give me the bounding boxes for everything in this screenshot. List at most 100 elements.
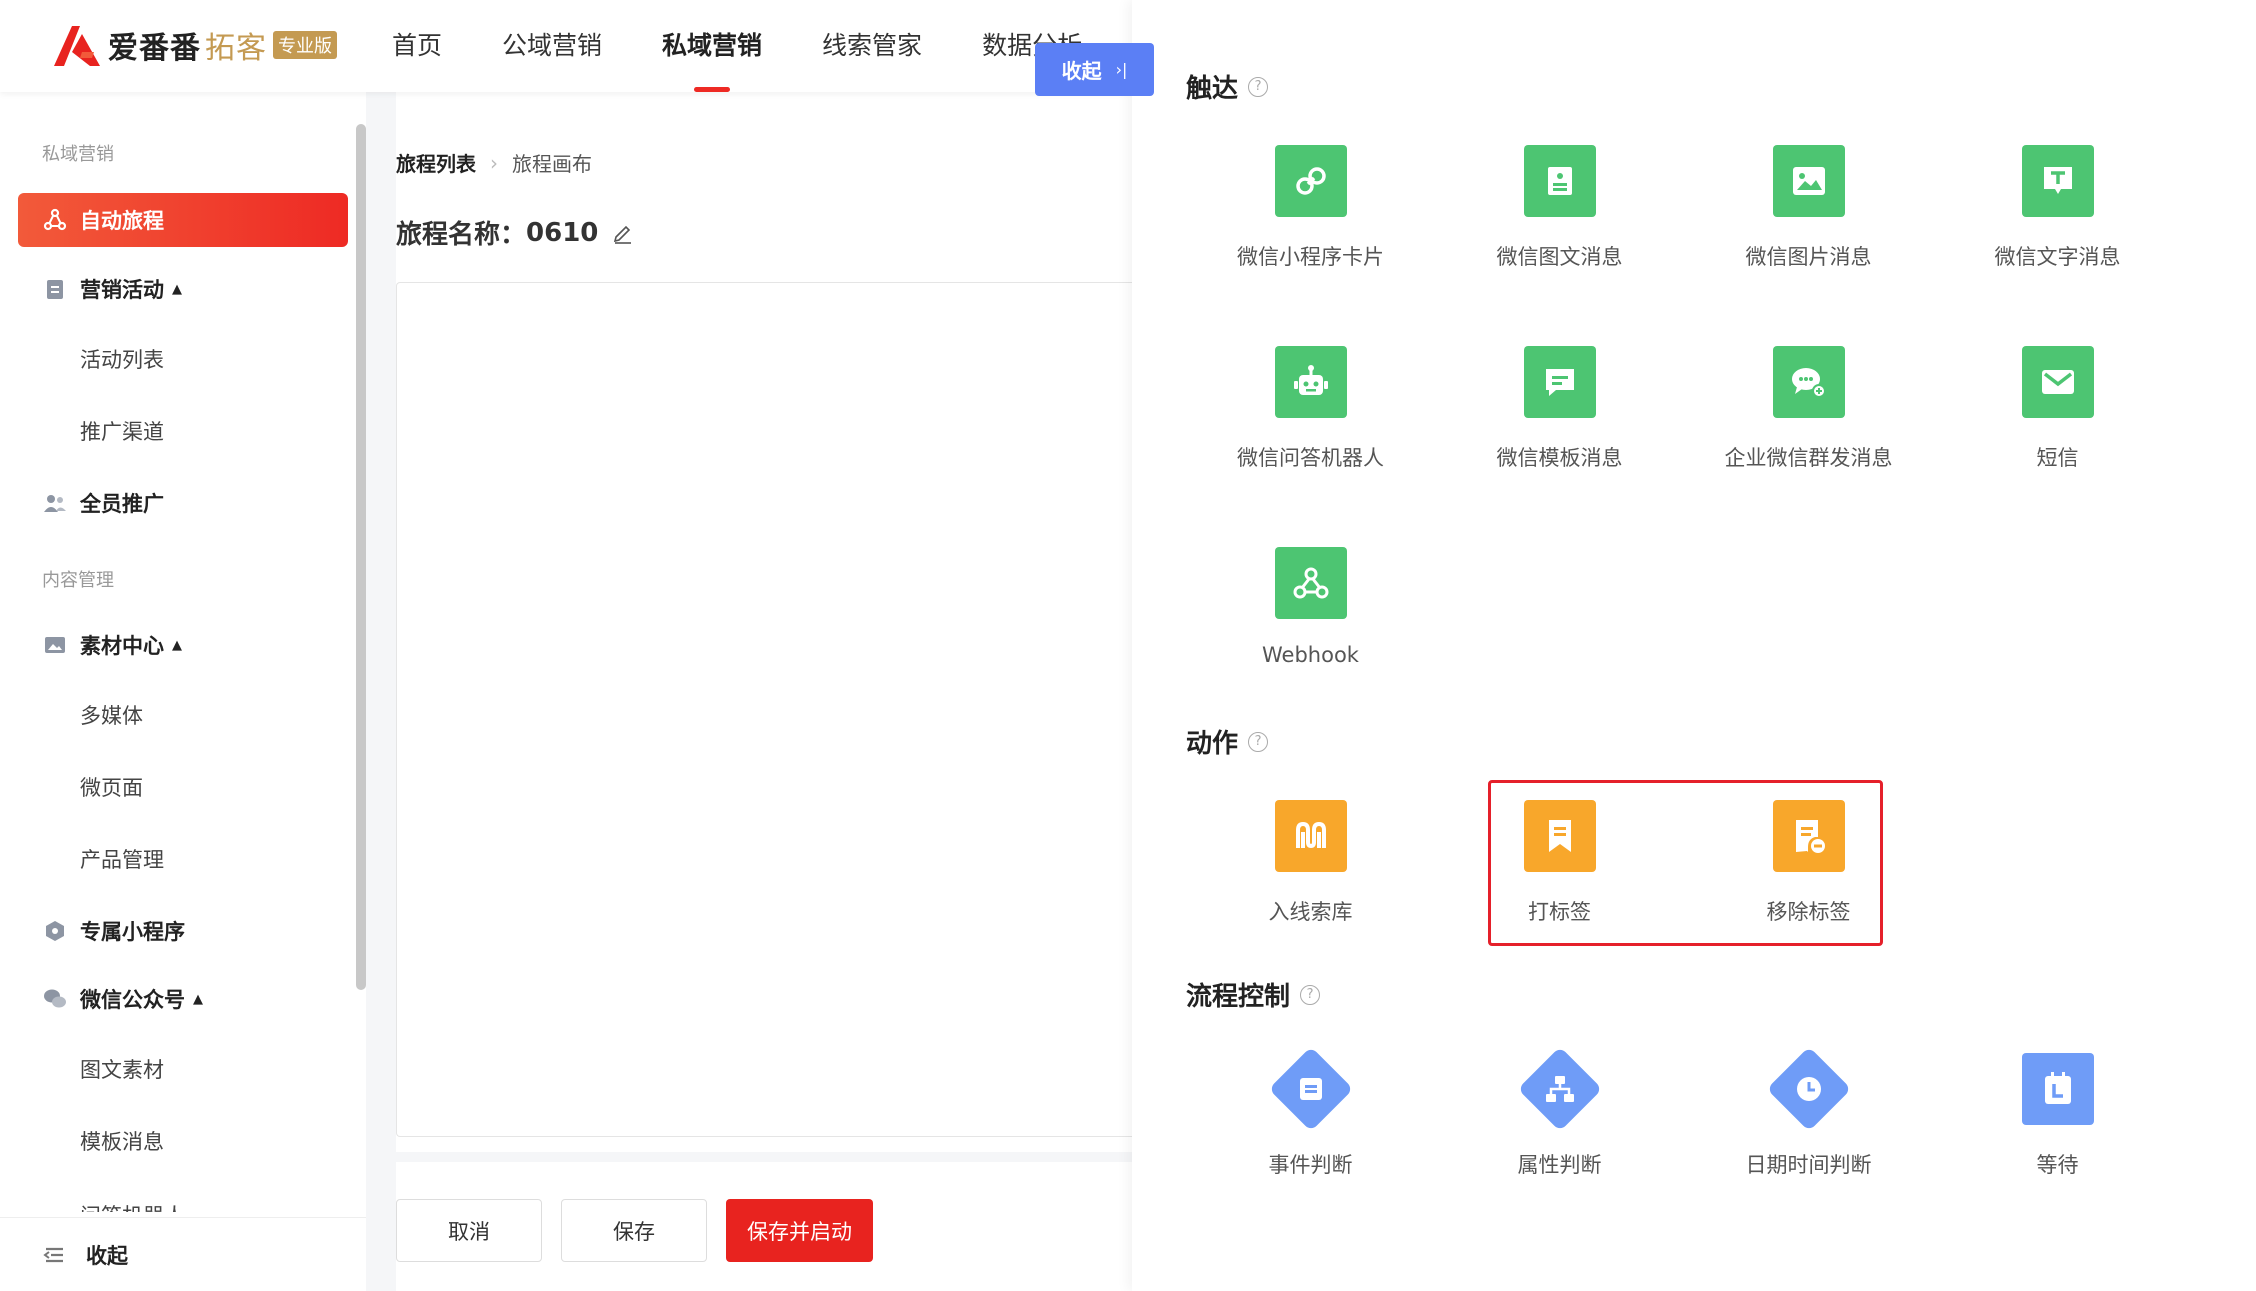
group-title-action: 动作 ?: [1186, 723, 1269, 760]
tile-remove-tag[interactable]: 移除标签: [1684, 800, 1933, 930]
sidebar-item-article-material[interactable]: 图文素材: [18, 1042, 348, 1096]
tile-add-to-lead-pool[interactable]: 入线索库: [1186, 800, 1435, 930]
save-and-start-button[interactable]: 保存并启动: [726, 1199, 873, 1262]
main-content: 旅程列表 › 旅程画布 旅程名称： 0610 取消 保存 保存并启动: [366, 92, 1132, 1291]
tile-label: 微信图片消息: [1745, 245, 1872, 269]
sidebar-item-label: 自动旅程: [80, 209, 164, 233]
nav-public-marketing[interactable]: 公域营销: [502, 0, 602, 92]
tile-wechat-miniprogram-card[interactable]: 微信小程序卡片: [1186, 145, 1435, 275]
save-button[interactable]: 保存: [561, 1199, 707, 1262]
help-icon[interactable]: ?: [1248, 731, 1269, 752]
tile-label: 微信问答机器人: [1237, 446, 1384, 470]
nav-home[interactable]: 首页: [392, 0, 442, 92]
tile-wait[interactable]: 等待: [1933, 1053, 2182, 1183]
cancel-button[interactable]: 取消: [396, 1199, 542, 1262]
nav-lead-manager[interactable]: 线索管家: [822, 0, 922, 92]
wecom-icon: [1773, 346, 1845, 418]
sidebar-item-label: 营销活动: [80, 278, 164, 302]
tile-wechat-text-msg[interactable]: 微信文字消息: [1933, 145, 2182, 275]
tile-add-tag[interactable]: 打标签: [1435, 800, 1684, 930]
panel-collapse-label: 收起: [1061, 59, 1102, 83]
component-panel: 触达 ? 微信小程序卡片 微信图文消息 微信图片消息 微信文字消息 微信问答机器…: [1132, 0, 2256, 1291]
tile-label: 移除标签: [1766, 900, 1851, 924]
logo-mark-icon: [54, 26, 100, 66]
tile-webhook[interactable]: Webhook: [1186, 547, 1435, 677]
tile-event-judgement[interactable]: 事件判断: [1186, 1046, 1435, 1183]
tile-wechat-image-msg[interactable]: 微信图片消息: [1684, 145, 1933, 275]
group-title-reach: 触达 ?: [1186, 68, 1269, 105]
tile-label: 日期时间判断: [1745, 1153, 1872, 1177]
tile-wechat-article-msg[interactable]: 微信图文消息: [1435, 145, 1684, 275]
link-icon: [1275, 145, 1347, 217]
sidebar-item-label: 微信公众号: [80, 988, 185, 1012]
image-icon: [42, 632, 68, 658]
mail-icon: [2022, 346, 2094, 418]
sidebar-item-micro-page[interactable]: 微页面: [18, 760, 348, 814]
clipboard-icon: [42, 276, 68, 302]
divider: [366, 1152, 1132, 1162]
sidebar-item-partial[interactable]: 问答机器人: [18, 1186, 348, 1212]
journey-canvas[interactable]: [396, 282, 1132, 1137]
logo[interactable]: 爱番番 拓客 专业版: [52, 22, 337, 68]
tile-label: 事件判断: [1268, 1153, 1353, 1177]
tile-label: 打标签: [1528, 900, 1591, 924]
section-title-private: 私域营销: [42, 144, 114, 165]
logo-name: 爱番番: [108, 31, 201, 66]
sidebar-scrollbar[interactable]: [356, 124, 366, 990]
panel-collapse-button[interactable]: 收起 ›|: [1035, 43, 1154, 96]
sidebar-item-all-staff[interactable]: 全员推广: [18, 476, 348, 530]
wechat-icon: [42, 986, 68, 1012]
chat-template-icon: [1524, 346, 1596, 418]
sidebar-item-template-msg[interactable]: 模板消息: [18, 1114, 348, 1168]
sidebar-item-activity-list[interactable]: 活动列表: [18, 332, 348, 386]
sidebar-item-mini-program[interactable]: 专属小程序: [18, 904, 348, 958]
tile-label: 微信文字消息: [1994, 245, 2121, 269]
main-gutter: [366, 92, 396, 1291]
tile-label: 短信: [2036, 446, 2079, 470]
collapse-menu-icon: [43, 1247, 63, 1263]
edition-badge: 专业版: [273, 31, 337, 59]
sidebar-item-label: 全员推广: [80, 492, 164, 516]
tile-wechat-template-msg[interactable]: 微信模板消息: [1435, 346, 1684, 476]
tile-datetime-judgement[interactable]: 日期时间判断: [1684, 1046, 1933, 1183]
calendar-wait-icon: [2022, 1053, 2094, 1125]
bookmark-tag-icon: [1524, 800, 1596, 872]
top-header: 爱番番 拓客 专业版 首页 公域营销 私域营销 线索管家 数据分析: [0, 0, 1132, 92]
sidebar-item-label: 专属小程序: [80, 920, 185, 944]
tile-attribute-judgement[interactable]: 属性判断: [1435, 1046, 1684, 1183]
breadcrumb-journey-list[interactable]: 旅程列表: [396, 148, 476, 177]
sidebar-item-material-center[interactable]: 素材中心 ▲: [18, 618, 348, 672]
chevron-right-icon: ›: [490, 150, 498, 175]
sidebar-item-wechat-oa[interactable]: 微信公众号 ▲: [18, 972, 348, 1026]
sidebar-item-promo-channel[interactable]: 推广渠道: [18, 404, 348, 458]
tile-label: 等待: [2036, 1153, 2079, 1177]
sidebar-item-multimedia[interactable]: 多媒体: [18, 688, 348, 742]
image-icon: [1773, 145, 1845, 217]
caret-up-icon: ▲: [172, 281, 182, 297]
sidebar-item-product-mgmt[interactable]: 产品管理: [18, 832, 348, 886]
remove-tag-icon: [1773, 800, 1845, 872]
users-icon: [42, 490, 68, 516]
logo-sub: 拓客: [205, 31, 267, 66]
sidebar: 私域营销 自动旅程 营销活动 ▲ 活动列表 推广渠道 全员推广 内容管理 素材中…: [0, 92, 366, 1291]
text-message-icon: [2022, 145, 2094, 217]
robot-icon: [1275, 346, 1347, 418]
tile-label: 企业微信群发消息: [1724, 446, 1893, 470]
tile-wechat-qa-robot[interactable]: 微信问答机器人: [1186, 346, 1435, 476]
edit-icon[interactable]: [612, 222, 634, 244]
help-icon[interactable]: ?: [1248, 76, 1269, 97]
event-diamond-icon: [1268, 1046, 1354, 1132]
caret-up-icon: ▲: [172, 637, 182, 653]
group-title-label: 触达: [1186, 74, 1239, 104]
nav-private-marketing[interactable]: 私域营销: [662, 0, 762, 92]
tile-sms[interactable]: 短信: [1933, 346, 2182, 476]
section-title-content: 内容管理: [42, 570, 114, 591]
tile-wecom-group-msg[interactable]: 企业微信群发消息: [1684, 346, 1933, 476]
group-title-label: 流程控制: [1186, 982, 1291, 1012]
sidebar-item-marketing[interactable]: 营销活动 ▲: [18, 262, 348, 316]
sidebar-item-auto-journey[interactable]: 自动旅程: [18, 193, 348, 247]
help-icon[interactable]: ?: [1300, 984, 1321, 1005]
sidebar-collapse-button[interactable]: 收起: [42, 1240, 128, 1270]
tile-label: 入线索库: [1268, 900, 1353, 924]
top-nav: 首页 公域营销 私域营销 线索管家 数据分析: [392, 0, 1142, 92]
